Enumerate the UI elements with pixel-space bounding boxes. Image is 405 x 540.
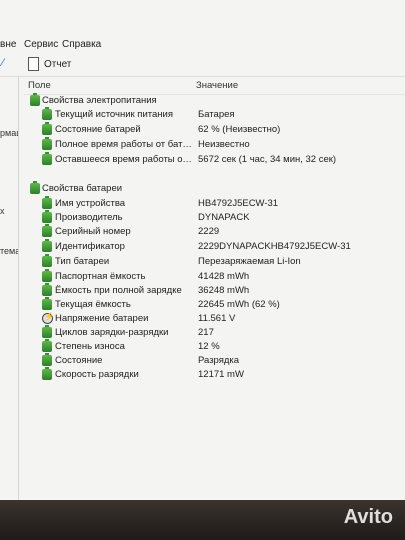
row-field: Оставшееся время работы от ... bbox=[55, 154, 195, 165]
row-field: Паспортная ёмкость bbox=[55, 271, 146, 282]
value-column-header[interactable]: Значение bbox=[196, 80, 238, 91]
battery-icon bbox=[42, 367, 52, 380]
row-field: Текущая ёмкость bbox=[55, 299, 131, 310]
battery-icon bbox=[42, 325, 52, 338]
battery-icon bbox=[42, 239, 52, 252]
battery-icon bbox=[30, 93, 40, 106]
table-row[interactable]: Состояние Разрядка bbox=[24, 353, 405, 368]
battery-icon bbox=[42, 196, 52, 209]
sidebar: рмац х тема bbox=[0, 76, 19, 500]
table-row[interactable]: Идентификатор 2229DYNAPACKHB4792J5ECW-31 bbox=[24, 239, 405, 254]
row-value: 11.561 V bbox=[198, 313, 236, 324]
table-row[interactable]: Скорость разрядки 12171 mW bbox=[24, 367, 405, 382]
column-header: Поле Значение bbox=[24, 76, 405, 95]
table-row[interactable]: Текущая ёмкость 22645 mWh (62 %) bbox=[24, 297, 405, 312]
table-row[interactable]: Состояние батарей 62 % (Неизвестно) bbox=[24, 122, 405, 137]
sidebar-item-info[interactable]: рмац bbox=[0, 128, 18, 138]
row-value: 22645 mWh (62 %) bbox=[198, 299, 280, 310]
battery-icon bbox=[42, 353, 52, 366]
chart-icon[interactable]: ⁄ bbox=[2, 57, 4, 69]
toolbar: ⁄ Отчет bbox=[0, 54, 405, 77]
sidebar-item-x[interactable]: х bbox=[0, 206, 5, 216]
table-row[interactable]: Степень износа 12 % bbox=[24, 339, 405, 354]
battery-icon bbox=[42, 297, 52, 310]
row-field: Циклов зарядки-разрядки bbox=[55, 327, 169, 338]
menu-item-service[interactable]: Сервис bbox=[24, 39, 58, 50]
report-button[interactable]: Отчет bbox=[44, 59, 71, 70]
battery-icon bbox=[42, 210, 52, 223]
table-row[interactable]: Паспортная ёмкость 41428 mWh bbox=[24, 269, 405, 284]
menu-bar: вне Сервис Справка bbox=[0, 36, 405, 54]
table-row[interactable]: Ёмкость при полной зарядке 36248 mWh bbox=[24, 283, 405, 298]
field-column-header[interactable]: Поле bbox=[28, 80, 51, 91]
row-value: 62 % (Неизвестно) bbox=[198, 124, 281, 135]
table-row[interactable]: Тип батареи Перезаряжаемая Li-Ion bbox=[24, 254, 405, 269]
row-field: Напряжение батареи bbox=[55, 313, 149, 324]
battery-icon bbox=[42, 224, 52, 237]
group-title: Свойства батареи bbox=[42, 183, 123, 194]
row-field: Полное время работы от бата... bbox=[55, 139, 195, 150]
menu-item-view[interactable]: вне bbox=[0, 39, 16, 50]
row-value: 12 % bbox=[198, 341, 220, 352]
group-battery-props[interactable]: Свойства батареи bbox=[24, 181, 405, 196]
row-value: 41428 mWh bbox=[198, 271, 250, 282]
row-field: Ёмкость при полной зарядке bbox=[55, 285, 182, 296]
battery-icon bbox=[42, 137, 52, 150]
group-power-props[interactable]: Свойства электропитания bbox=[24, 93, 405, 108]
row-field: Состояние батарей bbox=[55, 124, 141, 135]
table-row[interactable]: Текущий источник питания Батарея bbox=[24, 107, 405, 122]
app-window: вне Сервис Справка ⁄ Отчет рмац х тема П… bbox=[0, 0, 405, 500]
row-value: 36248 mWh bbox=[198, 285, 250, 296]
row-field: Производитель bbox=[55, 212, 123, 223]
row-value: 12171 mW bbox=[198, 369, 244, 380]
row-value: Перезаряжаемая Li-Ion bbox=[198, 256, 301, 267]
row-value: 2229DYNAPACKHB4792J5ECW-31 bbox=[198, 241, 351, 252]
row-field: Скорость разрядки bbox=[55, 369, 139, 380]
battery-icon bbox=[30, 181, 40, 194]
group-title: Свойства электропитания bbox=[42, 95, 157, 106]
row-value: DYNAPACK bbox=[198, 212, 250, 223]
row-field: Тип батареи bbox=[55, 256, 110, 267]
battery-icon bbox=[42, 283, 52, 296]
table-row[interactable]: Оставшееся время работы от ... 5672 сек … bbox=[24, 152, 405, 167]
battery-icon bbox=[42, 269, 52, 282]
report-icon[interactable] bbox=[28, 57, 39, 71]
row-value: 2229 bbox=[198, 226, 220, 237]
row-value: HB4792J5ECW-31 bbox=[198, 198, 279, 209]
row-value: 5672 сек (1 час, 34 мин, 32 сек) bbox=[198, 154, 337, 165]
row-field: Идентификатор bbox=[55, 241, 125, 252]
table-row[interactable]: Полное время работы от бата... Неизвестн… bbox=[24, 137, 405, 152]
row-field: Серийный номер bbox=[55, 226, 131, 237]
table-row[interactable]: Серийный номер 2229 bbox=[24, 224, 405, 239]
table-row[interactable]: Имя устройства HB4792J5ECW-31 bbox=[24, 196, 405, 211]
battery-icon bbox=[42, 339, 52, 352]
table-row[interactable]: Напряжение батареи 11.561 V bbox=[24, 312, 405, 326]
battery-icon bbox=[42, 122, 52, 135]
row-value: 217 bbox=[198, 327, 214, 338]
battery-icon bbox=[42, 152, 52, 165]
table-row[interactable]: Циклов зарядки-разрядки 217 bbox=[24, 325, 405, 340]
menu-item-help[interactable]: Справка bbox=[62, 39, 101, 50]
row-field: Текущий источник питания bbox=[55, 109, 173, 120]
row-value: Неизвестно bbox=[198, 139, 250, 150]
row-value: Разрядка bbox=[198, 355, 240, 366]
row-field: Состояние bbox=[55, 355, 103, 366]
avito-watermark: Avito bbox=[343, 506, 393, 528]
row-value: Батарея bbox=[198, 109, 235, 120]
row-field: Степень износа bbox=[55, 341, 125, 352]
voltage-icon bbox=[42, 312, 54, 324]
battery-icon bbox=[42, 107, 52, 120]
sidebar-item-system[interactable]: тема bbox=[0, 246, 18, 256]
table-row[interactable]: Производитель DYNAPACK bbox=[24, 210, 405, 225]
row-field: Имя устройства bbox=[55, 198, 126, 209]
battery-icon bbox=[42, 254, 52, 267]
